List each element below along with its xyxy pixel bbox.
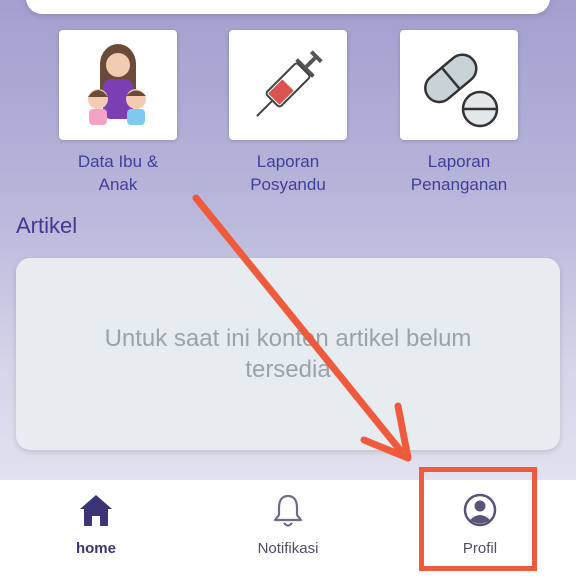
- nav-label: home: [75, 540, 116, 557]
- pills-icon: [424, 53, 499, 128]
- home-icon: [80, 495, 112, 526]
- nav-label: Notifikasi: [257, 540, 319, 557]
- menu-label: Laporan Posyandu: [250, 152, 326, 194]
- menu-tile[interactable]: [400, 30, 518, 140]
- mother-children-icon: [88, 44, 146, 125]
- menu-item-laporan-penanganan[interactable]: Laporan Penanganan: [384, 30, 534, 196]
- menu-tile[interactable]: [229, 30, 347, 140]
- menu-item-data-ibu-anak[interactable]: Data Ibu & Anak: [43, 30, 193, 196]
- user-circle-icon: [463, 493, 497, 527]
- article-empty-card: Untuk saat ini konten artikel belum ters…: [16, 258, 560, 450]
- nav-notifikasi[interactable]: Notifikasi: [208, 480, 368, 578]
- nav-home[interactable]: home: [16, 480, 176, 578]
- menu-label: Laporan Penanganan: [410, 152, 508, 194]
- menu-item-laporan-posyandu[interactable]: Laporan Posyandu: [213, 30, 363, 196]
- menu-label: Data Ibu & Anak: [77, 152, 159, 194]
- bottom-navigation: home Notifikasi Profil: [0, 479, 576, 578]
- syringe-icon: [256, 50, 323, 117]
- nav-profil[interactable]: Profil: [400, 480, 560, 578]
- empty-article-message: Untuk saat ini konten artikel belum ters…: [104, 325, 472, 383]
- section-title-artikel: Artikel: [16, 213, 78, 238]
- top-card: [26, 0, 550, 14]
- menu-tile[interactable]: [59, 30, 177, 140]
- nav-label: Profil: [462, 540, 498, 557]
- bell-icon: [273, 494, 303, 527]
